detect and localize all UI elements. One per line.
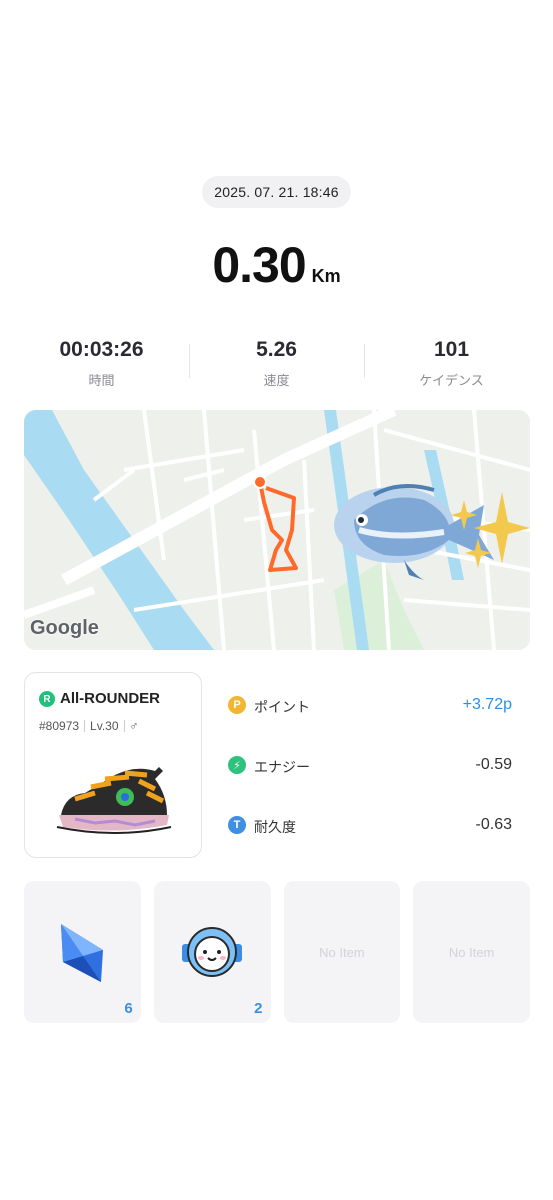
stats-row: 00:03:26 時間 5.26 速度 101 ケイデンス [14, 334, 539, 394]
empty-slot-label: No Item [448, 944, 495, 960]
sneaker-type: All-ROUNDER [60, 690, 160, 707]
blue-crystal-icon [61, 924, 104, 982]
reward-label: エナジー [254, 759, 310, 775]
stat-speed: 5.26 速度 [189, 334, 364, 394]
male-symbol-icon: ♂ [129, 719, 139, 733]
divider [84, 720, 86, 732]
reward-durability: T 耐久度 -0.63 [226, 810, 516, 870]
reward-value: -0.59 [475, 756, 512, 773]
stat-time: 00:03:26 時間 [14, 334, 189, 394]
sneaker-level: Lv.30 [90, 719, 119, 733]
stat-label: 速度 [263, 373, 290, 388]
stat-label: ケイデンス [419, 373, 484, 388]
item-slots: 6 2 No Item No Item [24, 881, 530, 1023]
point-coin-icon: P [228, 696, 246, 714]
item-count: 2 [254, 1000, 263, 1017]
route-map[interactable]: Google [24, 410, 530, 650]
item-slot-crystal[interactable]: 6 [24, 881, 141, 1023]
item-count: 6 [124, 1000, 133, 1017]
rewards-list: P ポイント +3.72p ⚡ エナジー -0.59 T 耐久度 -0.63 [226, 690, 516, 870]
distance-value: 0.30 [212, 237, 306, 293]
divider [123, 720, 125, 732]
sneaker-id: #80973 [39, 719, 80, 733]
sneaker-image [56, 767, 172, 834]
reward-points: P ポイント +3.72p [226, 690, 516, 750]
run-datetime: 2025. 07. 21. 18:46 [214, 184, 339, 200]
sneaker-meta: #80973 Lv.30 ♂ [39, 719, 139, 733]
distance-unit: Km [311, 266, 341, 286]
reward-value: +3.72p [462, 696, 512, 713]
empty-slot-label: No Item [319, 944, 365, 960]
start-marker [253, 475, 267, 489]
distance-display: 0.30 Km [0, 236, 553, 294]
stat-label: 時間 [88, 373, 115, 388]
rarity-badge-icon: R [39, 691, 55, 707]
energy-bolt-icon: ⚡ [228, 756, 246, 774]
map-canvas [24, 410, 530, 650]
google-attribution: Google [30, 617, 99, 639]
stat-value: 00:03:26 [59, 338, 144, 361]
reward-label: 耐久度 [254, 819, 296, 835]
item-slot-mascot[interactable]: 2 [153, 881, 271, 1023]
stat-value: 5.26 [256, 338, 297, 361]
astronaut-mascot-icon [182, 927, 243, 977]
reward-energy: ⚡ エナジー -0.59 [226, 750, 516, 810]
reward-label: ポイント [254, 699, 310, 715]
stat-cadence: 101 ケイデンス [364, 334, 539, 394]
reward-value: -0.63 [475, 816, 512, 833]
date-pill: 2025. 07. 21. 18:46 [202, 176, 351, 208]
stat-value: 101 [433, 338, 470, 361]
item-slot-empty[interactable]: No Item [283, 881, 401, 1023]
item-slot-empty[interactable]: No Item [413, 881, 530, 1023]
sneaker-card[interactable]: R All-ROUNDER #80973 Lv.30 ♂ [24, 672, 202, 858]
durability-icon: T [228, 816, 246, 834]
